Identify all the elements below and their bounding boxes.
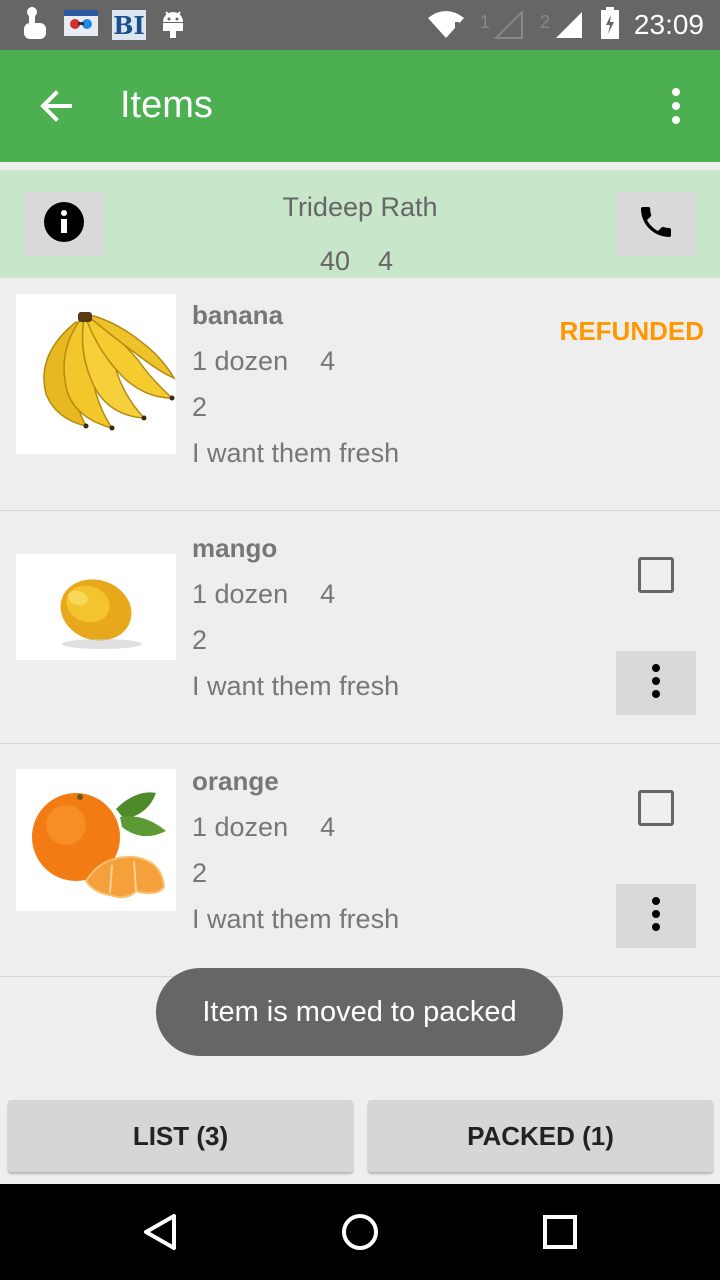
customer-stats: 40 4 xyxy=(320,246,393,277)
item-note: I want them fresh xyxy=(192,438,400,468)
item-quantity-row: 1 dozen 4 xyxy=(192,812,335,843)
item-line2: 2 xyxy=(192,392,208,422)
packed-tab-button[interactable]: PACKED (1) xyxy=(368,1100,713,1172)
packed-checkbox[interactable] xyxy=(638,557,674,593)
bi-app-icon: BI xyxy=(112,10,146,40)
item-count: 4 xyxy=(320,812,336,842)
list-tab-button[interactable]: LIST (3) xyxy=(8,1100,353,1172)
overflow-menu-icon[interactable] xyxy=(666,86,686,126)
item-count: 4 xyxy=(320,346,336,376)
list-item[interactable]: mango 1 dozen 4 2 I want them fresh xyxy=(0,511,720,744)
glasses-app-icon xyxy=(64,8,98,43)
customer-header: Trideep Rath 40 4 xyxy=(0,170,720,278)
item-name: orange xyxy=(192,766,279,796)
item-quantity-row: 1 dozen 4 xyxy=(192,579,335,610)
item-line2: 2 xyxy=(192,625,208,655)
mango-image xyxy=(16,554,176,660)
back-arrow-icon[interactable] xyxy=(36,86,76,126)
toast-message: Item is moved to packed xyxy=(156,968,563,1056)
navigation-bar xyxy=(0,1184,720,1280)
home-nav-icon[interactable] xyxy=(340,1212,380,1257)
customer-name: Trideep Rath xyxy=(282,192,438,222)
item-name: mango xyxy=(192,533,278,563)
banana-image xyxy=(16,294,176,454)
item-quantity: 1 dozen xyxy=(192,579,289,609)
call-button[interactable] xyxy=(616,192,696,256)
phone-icon xyxy=(636,202,676,247)
page-title: Items xyxy=(120,84,213,126)
customer-num-1: 40 xyxy=(320,246,351,276)
item-quantity: 1 dozen xyxy=(192,346,289,376)
item-count: 4 xyxy=(320,579,336,609)
refunded-badge: REFUNDED xyxy=(559,316,704,346)
more-vert-icon xyxy=(650,896,662,937)
item-note: I want them fresh xyxy=(192,671,400,701)
back-nav-icon[interactable] xyxy=(140,1212,180,1257)
packed-checkbox[interactable] xyxy=(638,790,674,826)
item-quantity: 1 dozen xyxy=(192,812,289,842)
list-item[interactable]: orange 1 dozen 4 2 I want them fresh xyxy=(0,744,720,977)
app-bar: Items xyxy=(0,50,720,162)
list-item[interactable]: banana 1 dozen 4 2 I want them fresh REFU… xyxy=(0,278,720,511)
battery-charging-icon xyxy=(600,6,620,44)
item-line2: 2 xyxy=(192,858,208,888)
touch-icon xyxy=(20,5,50,46)
wifi-icon xyxy=(426,8,466,43)
item-more-button[interactable] xyxy=(616,651,696,715)
signal-sim2-icon: 2 xyxy=(540,10,586,40)
recents-nav-icon[interactable] xyxy=(542,1214,578,1255)
more-vert-icon xyxy=(650,663,662,704)
signal-sim1-icon: 1 xyxy=(480,10,526,40)
item-quantity-row: 1 dozen 4 xyxy=(192,346,335,377)
android-icon xyxy=(160,8,186,43)
item-name: banana xyxy=(192,300,284,330)
orange-image xyxy=(16,769,176,911)
status-bar: BI 1 2 23:09 xyxy=(0,0,720,50)
item-note: I want them fresh xyxy=(192,904,400,934)
item-more-button[interactable] xyxy=(616,884,696,948)
customer-num-2: 4 xyxy=(378,246,394,276)
status-time: 23:09 xyxy=(633,9,704,40)
